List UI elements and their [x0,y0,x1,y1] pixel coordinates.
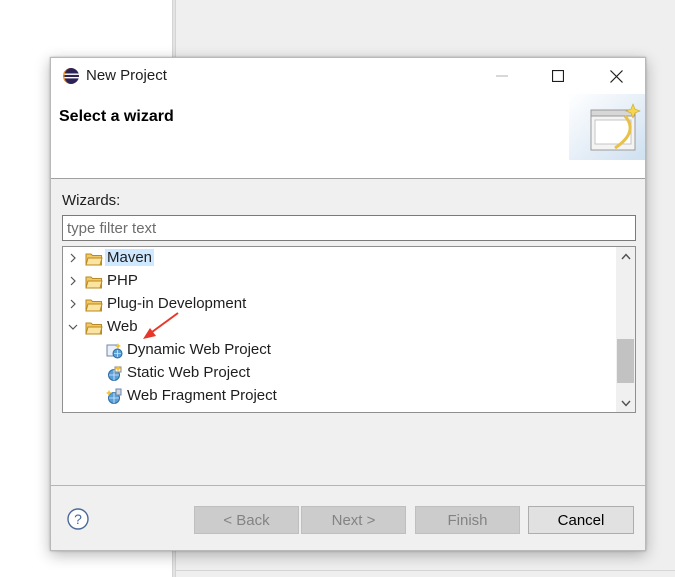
scroll-down-button[interactable] [616,394,635,412]
tree-item-label: Web [107,318,138,335]
finish-button[interactable]: Finish [415,506,520,534]
close-button[interactable] [592,58,640,94]
tree-item-web[interactable]: Web [63,316,616,339]
tree-item-plug-in-development[interactable]: Plug-in Development [63,293,616,316]
maximize-icon [552,70,564,82]
folder-icon [85,253,103,266]
tree-item-label: Static Web Project [127,364,251,381]
wizards-label: Wizards: [62,192,121,209]
help-icon[interactable]: ? [67,508,89,530]
dynamic-web-project-icon [106,343,123,359]
page-title: Select a wizard [59,108,174,125]
cancel-button[interactable]: Cancel [528,506,634,534]
folder-icon [85,276,103,289]
tree-item-label: Web Fragment Project [127,387,277,404]
folder-icon [85,299,103,312]
web-fragment-project-icon [106,388,122,404]
tree-item-dynamic-web-project[interactable]: Dynamic Web Project [63,339,616,362]
scroll-up-button[interactable] [616,247,635,265]
eclipse-icon [63,68,79,84]
tree-item-label: Plug-in Development [107,295,247,312]
tree-item-static-web-project[interactable]: Static Web Project [63,362,616,385]
tree-item-label: Dynamic Web Project [127,341,271,358]
chevron-down-icon[interactable] [68,322,78,332]
tree-item-maven[interactable]: Maven [63,247,616,270]
minimize-icon [496,75,508,77]
tree-item-php[interactable]: PHP [63,270,616,293]
back-button[interactable]: < Back [194,506,299,534]
filter-input[interactable] [62,215,636,241]
wizard-banner-icon [569,94,645,160]
tree-item-partial [63,408,616,412]
tree-item-label: PHP [107,272,138,289]
title-bar[interactable]: New Project [51,58,645,94]
next-button[interactable]: Next > [301,506,406,534]
tree-item-web-fragment-project[interactable]: Web Fragment Project [63,385,616,408]
tree-item-label: Maven [105,249,155,266]
scroll-thumb[interactable] [617,339,634,383]
vertical-scrollbar[interactable] [616,247,635,412]
wizard-tree[interactable]: Maven PHP Plug-in Development Web Dynami… [62,246,636,413]
dialog-title: New Project [86,67,167,84]
new-project-dialog: New Project Select a wizard Wizards: typ… [50,57,646,551]
maximize-button[interactable] [534,58,582,94]
static-web-project-icon [108,365,122,381]
background-bottom-line [176,570,675,571]
folder-open-icon [85,322,103,335]
chevron-up-icon [620,252,631,259]
chevron-right-icon[interactable] [68,299,78,309]
wizard-header: Select a wizard [51,94,645,179]
button-bar-separator [51,485,645,486]
close-icon [609,69,623,83]
chevron-right-icon[interactable] [68,253,78,263]
chevron-down-icon [620,400,631,407]
chevron-right-icon[interactable] [68,276,78,286]
svg-text:?: ? [74,511,82,527]
minimize-button[interactable] [478,58,526,94]
